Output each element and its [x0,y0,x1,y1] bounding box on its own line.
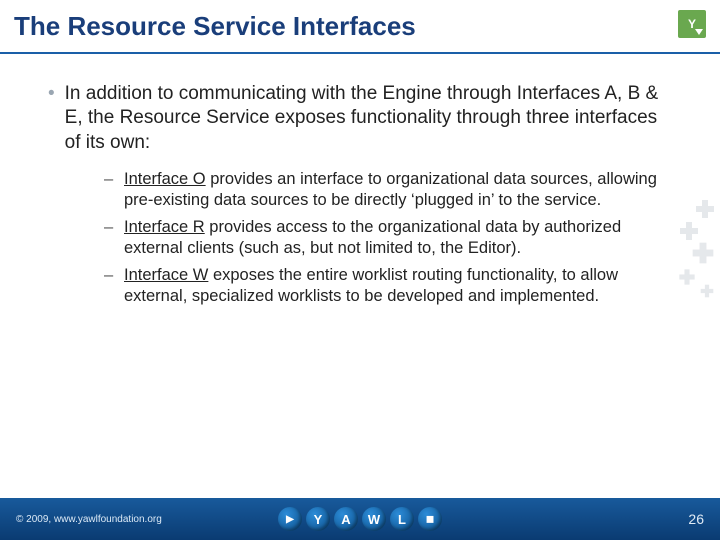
dash-icon: – [104,265,116,307]
list-item: – Interface W exposes the entire worklis… [104,265,672,307]
yawl-logo: ▶ Y A W L ◼ [278,507,442,531]
logo-letter: A [334,507,358,531]
item-text: Interface O provides an interface to org… [124,169,672,211]
bullet-dot-icon: • [48,82,55,155]
plus-icon [701,285,714,298]
logo-letter: W [362,507,386,531]
list-item: – Interface O provides an interface to o… [104,169,672,211]
plus-icon [679,269,694,284]
stop-icon: ◼ [418,507,442,531]
title-bar: The Resource Service Interfaces Y [0,0,720,54]
plus-icon [680,222,698,240]
play-icon: ▶ [278,507,302,531]
logo-letter: L [390,507,414,531]
intro-text: In addition to communicating with the En… [65,82,672,155]
footer-bar: © 2009, www.yawlfoundation.org ▶ Y A W L… [0,498,720,540]
slide-body: • In addition to communicating with the … [0,54,720,308]
page-number: 26 [688,511,704,527]
interface-name: Interface W [124,266,208,284]
item-text: Interface W exposes the entire worklist … [124,265,672,307]
item-text: Interface R provides access to the organ… [124,217,672,259]
decorative-plus-cluster [676,200,720,310]
logo-letter: Y [306,507,330,531]
dash-icon: – [104,217,116,259]
list-item: – Interface R provides access to the org… [104,217,672,259]
interface-list: – Interface O provides an interface to o… [104,169,672,308]
interface-name: Interface R [124,218,205,236]
interface-name: Interface O [124,170,206,188]
plus-icon [693,243,714,264]
intro-bullet: • In addition to communicating with the … [48,82,672,155]
dash-icon: – [104,169,116,211]
corner-logo: Y [678,10,706,38]
plus-icon [696,200,714,218]
dropdown-triangle-icon [695,29,703,35]
slide-title: The Resource Service Interfaces [14,11,416,42]
